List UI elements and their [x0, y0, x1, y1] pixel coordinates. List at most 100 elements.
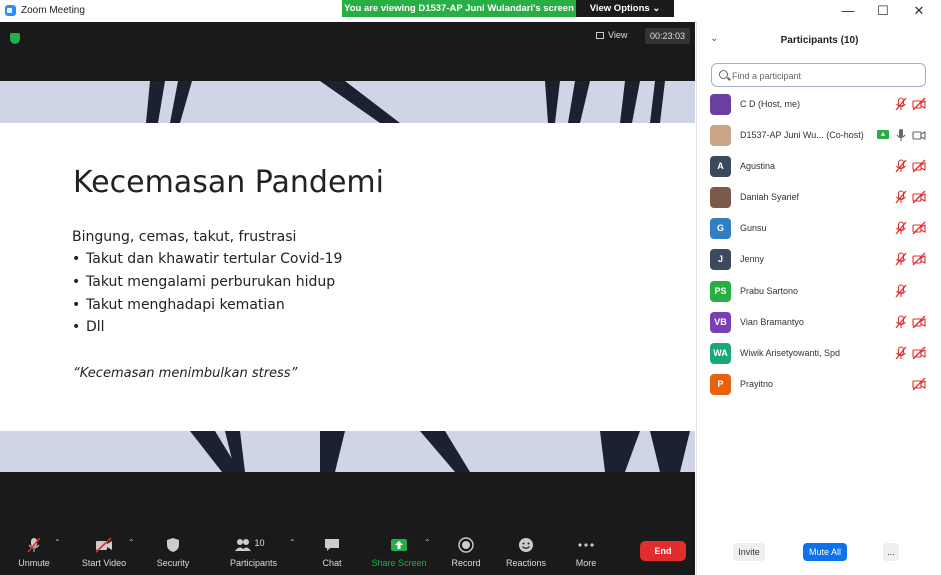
participants-panel: ⌄ Participants (10) C D (Host, me) D1537-… — [696, 22, 941, 575]
start-video-label: Start Video — [81, 558, 127, 568]
participant-row[interactable]: PS Prabu Sartono — [697, 278, 941, 309]
view-options-button[interactable]: View Options ⌄ — [576, 0, 674, 17]
share-screen-button[interactable]: Share Screen — [369, 537, 429, 568]
emoji-smile-icon — [519, 538, 533, 552]
view-options-label: View Options — [589, 3, 650, 14]
video-off-icon — [912, 190, 926, 204]
slide-bullet: Dll — [72, 319, 342, 342]
start-video-button[interactable]: Start Video — [78, 537, 130, 568]
mic-muted-icon — [27, 537, 41, 553]
slide-bullet-list: Takut dan khawatir tertular Covid-19 Tak… — [72, 251, 342, 342]
close-button[interactable]: ✕ — [904, 3, 934, 19]
reactions-button[interactable]: Reactions — [504, 537, 548, 568]
avatar: VB — [710, 311, 731, 333]
participant-name: Prayitno — [740, 378, 774, 389]
window-title: Zoom Meeting — [21, 5, 85, 16]
record-label: Record — [451, 558, 481, 568]
chevron-down-icon: ⌄ — [652, 3, 661, 14]
mic-muted-icon[interactable] — [894, 346, 908, 360]
mic-muted-icon[interactable] — [894, 221, 908, 235]
participant-name: Agustina — [740, 161, 776, 172]
participant-row[interactable]: C D (Host, me) — [697, 91, 941, 122]
mic-muted-icon[interactable] — [894, 252, 908, 266]
panel-header: ⌄ Participants (10) — [697, 32, 941, 50]
caret-up-icon[interactable]: ⌃ — [128, 538, 135, 547]
video-off-icon — [912, 346, 926, 360]
unmute-button[interactable]: Unmute — [14, 537, 54, 568]
mic-icon[interactable] — [894, 128, 908, 142]
participants-button[interactable]: 10 Participants — [226, 537, 281, 568]
participant-list: C D (Host, me) D1537-AP Juni Wu... (Co-ho… — [697, 91, 941, 402]
slide-quote: “Kecemasan menimbulkan stress” — [73, 366, 298, 381]
share-banner: You are viewing D1537-AP Juni Wulandari'… — [342, 0, 576, 17]
more-button[interactable]: More — [569, 537, 603, 568]
unmute-label: Unmute — [18, 558, 50, 568]
participant-row[interactable]: A Agustina — [697, 153, 941, 184]
zoom-window: Zoom Meeting You are viewing D1537-AP Ju… — [0, 0, 941, 575]
search-input[interactable] — [732, 68, 917, 83]
avatar — [710, 94, 731, 115]
minimize-button[interactable]: — — [833, 3, 863, 18]
chat-bubble-icon — [325, 539, 339, 551]
title-bar: Zoom Meeting You are viewing D1537-AP Ju… — [0, 0, 941, 22]
panel-more-button[interactable]: ... — [883, 543, 899, 561]
caret-up-icon[interactable]: ⌃ — [289, 538, 296, 547]
mute-all-button[interactable]: Mute All — [803, 543, 847, 561]
encryption-shield-icon[interactable] — [10, 33, 20, 44]
mic-muted-icon[interactable] — [894, 97, 908, 111]
security-button[interactable]: Security — [153, 537, 193, 568]
participants-label: Participants — [229, 558, 278, 568]
panel-title: Participants (10) — [780, 35, 859, 46]
invite-button[interactable]: Invite — [733, 543, 765, 561]
video-icon — [912, 128, 926, 142]
avatar: G — [710, 218, 731, 240]
participant-name: Wiwik Arisetyowanti, Spd — [740, 347, 841, 358]
mic-muted-icon[interactable] — [894, 315, 908, 329]
participant-row[interactable]: VB Vian Bramantyo — [697, 309, 941, 340]
view-button[interactable]: View — [596, 30, 627, 40]
caret-up-icon[interactable]: ⌃ — [424, 538, 431, 547]
more-label: More — [575, 558, 597, 568]
slide-bullet: Takut menghadapi kematian — [72, 297, 342, 320]
panel-footer: Invite Mute All ... — [697, 543, 941, 563]
slide-intro: Bingung, cemas, takut, frustrasi — [72, 229, 297, 245]
share-screen-icon — [391, 539, 407, 551]
share-screen-label: Share Screen — [371, 558, 427, 568]
avatar — [710, 125, 731, 147]
caret-up-icon[interactable]: ⌃ — [54, 538, 61, 547]
participant-name: Jenny — [740, 254, 765, 265]
search-icon — [719, 70, 728, 79]
chat-button[interactable]: Chat — [315, 537, 349, 568]
participant-row[interactable]: Daniah Syarief — [697, 184, 941, 215]
mic-muted-icon[interactable] — [894, 190, 908, 204]
security-label: Security — [156, 558, 190, 568]
participant-row[interactable]: WA Wiwik Arisetyowanti, Spd — [697, 340, 941, 371]
participants-icon: 10 — [234, 537, 274, 553]
slide-bottom-band — [0, 431, 695, 472]
view-label: View — [608, 30, 628, 40]
avatar — [710, 187, 731, 209]
end-meeting-button[interactable]: End — [640, 541, 686, 561]
participant-search[interactable] — [711, 63, 926, 87]
participants-count: 10 — [254, 538, 265, 548]
mic-muted-icon[interactable] — [894, 284, 908, 298]
participant-row[interactable]: D1537-AP Juni Wu... (Co-host) — [697, 122, 941, 153]
slide-top-band — [0, 81, 695, 123]
avatar: PS — [710, 280, 731, 302]
slide-title: Kecemasan Pandemi — [73, 165, 384, 200]
chat-label: Chat — [322, 558, 342, 568]
maximize-button[interactable]: ☐ — [868, 3, 898, 19]
record-icon — [458, 537, 474, 553]
participant-name: C D (Host, me) — [740, 99, 801, 109]
participant-row[interactable]: G Gunsu — [697, 215, 941, 246]
video-off-icon — [912, 315, 926, 329]
slide-bullet: Takut mengalami perburukan hidup — [72, 274, 342, 297]
grid-icon — [596, 32, 604, 39]
meeting-toolbar: Unmute ⌃ Start Video ⌃ Security 10 Parti… — [0, 509, 695, 575]
mic-muted-icon[interactable] — [894, 159, 908, 173]
participant-row[interactable]: P Prayitno — [697, 371, 941, 402]
record-button[interactable]: Record — [448, 537, 484, 568]
participant-row[interactable]: J Jenny — [697, 246, 941, 277]
zoom-logo-icon — [5, 5, 16, 16]
more-dots-icon — [578, 543, 594, 547]
